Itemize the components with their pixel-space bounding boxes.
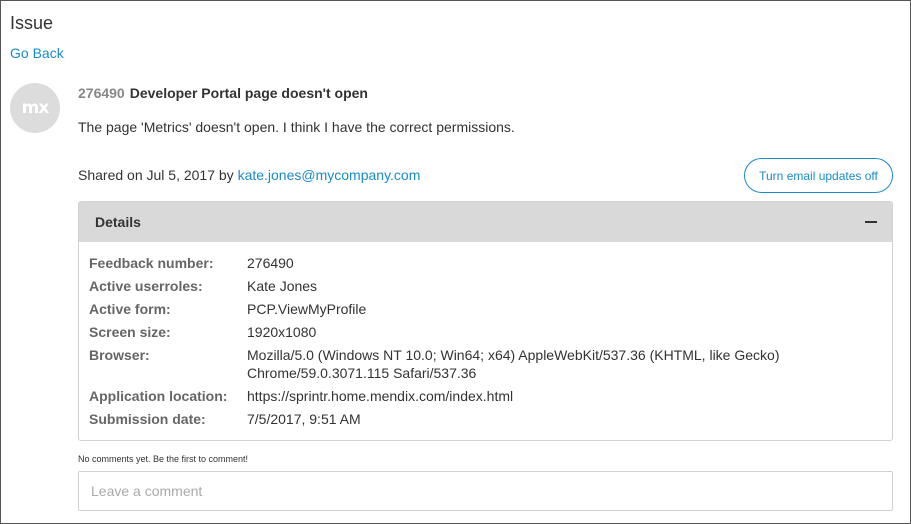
detail-value: Kate Jones	[247, 278, 318, 294]
shared-text: Shared on Jul 5, 2017 by	[78, 167, 234, 183]
page-title: Issue	[10, 13, 54, 33]
no-comments-message: No comments yet. Be the first to comment…	[78, 454, 249, 464]
detail-row: Application location: https://sprintr.ho…	[89, 387, 892, 405]
detail-value: 7/5/2017, 9:51 AM	[247, 411, 361, 427]
detail-label: Browser:	[89, 347, 150, 363]
detail-label: Submission date:	[89, 411, 206, 427]
avatar: mx	[10, 83, 60, 133]
detail-row: Screen size: 1920x1080	[89, 323, 892, 341]
shared-info: Shared on Jul 5, 2017 by kate.jones@myco…	[78, 167, 420, 183]
detail-row: Submission date: 7/5/2017, 9:51 AM	[89, 410, 892, 428]
detail-row: Feedback number: 276490	[89, 254, 892, 272]
issue-description: The page 'Metrics' doesn't open. I think…	[78, 119, 515, 135]
avatar-logo-text: mx	[21, 98, 50, 118]
detail-row: Browser: Mozilla/5.0 (Windows NT 10.0; W…	[89, 346, 892, 382]
detail-label: Application location:	[89, 388, 228, 404]
detail-row: Active form: PCP.ViewMyProfile	[89, 300, 892, 318]
details-title: Details	[95, 214, 141, 230]
details-body: Feedback number: 276490 Active userroles…	[79, 242, 892, 428]
detail-label: Screen size:	[89, 324, 171, 340]
comment-input[interactable]	[78, 471, 893, 511]
detail-value: PCP.ViewMyProfile	[247, 301, 367, 317]
detail-value: 1920x1080	[247, 324, 317, 340]
detail-label: Active form:	[89, 301, 171, 317]
details-panel: Details Feedback number: 276490 Active u…	[78, 201, 893, 441]
issue-heading: 276490 Developer Portal page doesn't open	[78, 85, 368, 101]
issue-title: Developer Portal page doesn't open	[129, 85, 368, 101]
detail-row: Active userroles: Kate Jones	[89, 277, 892, 295]
author-email-link[interactable]: kate.jones@mycompany.com	[238, 167, 421, 183]
email-updates-toggle-button[interactable]: Turn email updates off	[744, 158, 893, 193]
detail-label: Feedback number:	[89, 255, 214, 271]
issue-number: 276490	[78, 85, 125, 101]
detail-value: Mozilla/5.0 (Windows NT 10.0; Win64; x64…	[247, 347, 780, 381]
detail-value: 276490	[247, 255, 294, 271]
details-header[interactable]: Details	[79, 202, 892, 242]
detail-value: https://sprintr.home.mendix.com/index.ht…	[247, 388, 514, 404]
detail-label: Active userroles:	[89, 278, 203, 294]
go-back-link[interactable]: Go Back	[10, 45, 64, 61]
collapse-icon[interactable]	[865, 216, 877, 228]
